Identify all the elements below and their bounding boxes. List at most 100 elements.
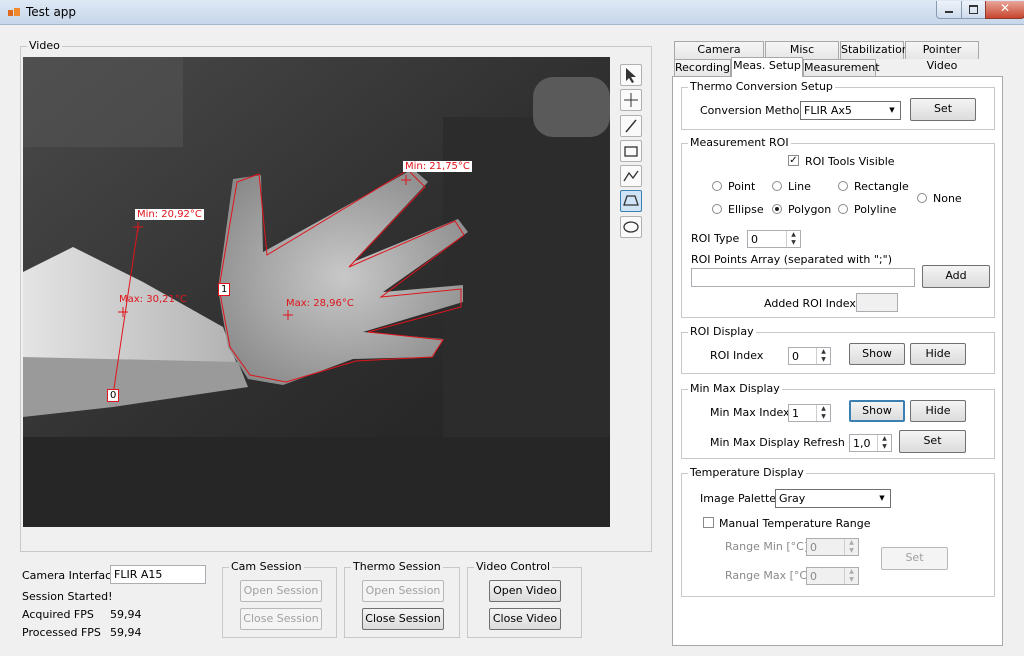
spin-up-icon[interactable]: ▲ [816, 348, 830, 356]
tab-pointer-video[interactable]: Pointer Video [905, 41, 979, 72]
cam-session-label: Cam Session [229, 560, 304, 573]
radio-point[interactable] [712, 181, 722, 191]
spin-down-icon[interactable]: ▼ [816, 356, 830, 364]
max-label-left: Max: 30,21°C [119, 294, 187, 305]
crosshair-tool-button[interactable] [620, 89, 642, 111]
conversion-method-value: FLIR Ax5 [804, 104, 852, 117]
radio-none[interactable] [917, 193, 927, 203]
radio-polyline[interactable] [838, 204, 848, 214]
conversion-method-select[interactable]: FLIR Ax5 ▼ [800, 101, 901, 120]
roi-tools-visible-label: ROI Tools Visible [805, 155, 895, 168]
line-tool-button[interactable] [620, 115, 642, 137]
camera-interface-label: Camera Interface: [22, 569, 122, 582]
conversion-set-button[interactable]: Set [910, 98, 976, 121]
roi-display-label: ROI Display [688, 325, 756, 338]
temperature-display-label: Temperature Display [688, 466, 806, 479]
min-max-refresh-value: 1,0 [853, 437, 871, 450]
thermo-session-label: Thermo Session [351, 560, 443, 573]
roi-index-stepper[interactable]: 0 ▲ ▼ [788, 347, 831, 365]
roi-points-input[interactable] [691, 268, 915, 287]
maximize-button[interactable] [961, 1, 986, 19]
min-max-index-label: Min Max Index [710, 406, 790, 419]
radio-rectangle-label: Rectangle [854, 180, 909, 193]
thermo-close-session-button[interactable]: Close Session [362, 608, 444, 630]
roi-index-value: 0 [792, 350, 799, 363]
background-object-top [533, 77, 610, 137]
tab-stabilization[interactable]: Stabilization [840, 41, 909, 59]
spin-up-icon[interactable]: ▲ [786, 231, 800, 239]
min-max-refresh-stepper[interactable]: 1,0 ▲ ▼ [849, 434, 892, 452]
radio-rectangle[interactable] [838, 181, 848, 191]
roi-tools-visible-checkbox[interactable]: ✓ [788, 155, 799, 166]
roi-show-button[interactable]: Show [849, 343, 905, 365]
pointer-tool-button[interactable] [620, 64, 642, 86]
cam-close-session-button[interactable]: Close Session [240, 608, 322, 630]
cam-open-session-button[interactable]: Open Session [240, 580, 322, 602]
min-max-hide-button[interactable]: Hide [910, 400, 966, 422]
min-max-index-stepper[interactable]: 1 ▲ ▼ [788, 404, 831, 422]
rectangle-tool-button[interactable] [620, 140, 642, 162]
min-max-set-button[interactable]: Set [899, 430, 966, 453]
open-video-button[interactable]: Open Video [489, 580, 561, 602]
minimize-button[interactable] [936, 1, 962, 19]
roi-index-label-1: 1 [218, 283, 231, 296]
temperature-set-button[interactable]: Set [881, 547, 948, 570]
rectangle-icon [624, 146, 638, 157]
video-frame[interactable] [23, 57, 610, 527]
radio-ellipse-label: Ellipse [728, 203, 764, 216]
close-icon: ✕ [1000, 1, 1011, 15]
window-title: Test app [26, 5, 77, 19]
spin-up-icon[interactable]: ▲ [877, 435, 891, 443]
spin-down-icon[interactable]: ▼ [844, 547, 858, 555]
manual-range-checkbox[interactable] [703, 517, 714, 528]
radio-ellipse[interactable] [712, 204, 722, 214]
min-label-top: Min: 21,75°C [403, 161, 472, 172]
crosshair-icon [624, 93, 638, 107]
acquired-fps-label: Acquired FPS [22, 608, 94, 621]
ellipse-tool-button[interactable] [620, 216, 642, 238]
title-bar[interactable] [0, 0, 1024, 25]
spin-up-icon[interactable]: ▲ [844, 568, 858, 576]
min-label-left: Min: 20,92°C [135, 209, 204, 220]
spin-down-icon[interactable]: ▼ [786, 239, 800, 247]
processed-fps-label: Processed FPS [22, 626, 101, 639]
spin-down-icon[interactable]: ▼ [877, 443, 891, 451]
radio-none-label: None [933, 192, 962, 205]
polygon-tool-button[interactable] [620, 190, 642, 212]
app-icon [8, 8, 20, 16]
spin-down-icon[interactable]: ▼ [816, 413, 830, 421]
range-min-stepper[interactable]: 0 ▲ ▼ [806, 538, 859, 556]
camera-interface-field[interactable]: FLIR A15 [110, 565, 206, 584]
video-control-label: Video Control [474, 560, 553, 573]
polyline-tool-button[interactable] [620, 165, 642, 187]
polyline-icon [623, 170, 639, 182]
thermo-open-session-button[interactable]: Open Session [362, 580, 444, 602]
spin-up-icon[interactable]: ▲ [816, 405, 830, 413]
spin-down-icon[interactable]: ▼ [844, 576, 858, 584]
range-max-stepper[interactable]: 0 ▲ ▼ [806, 567, 859, 585]
roi-add-button[interactable]: Add [922, 265, 990, 288]
image-palette-select[interactable]: Gray ▼ [775, 489, 891, 508]
thermo-conversion-label: Thermo Conversion Setup [688, 80, 835, 93]
minimize-icon [945, 11, 953, 13]
image-palette-value: Gray [779, 492, 806, 505]
min-max-show-button[interactable]: Show [849, 400, 905, 422]
max-label-mid: Max: 28,96°C [286, 298, 354, 309]
tab-recording[interactable]: Recording [674, 59, 731, 77]
processed-fps-value: 59,94 [110, 626, 142, 639]
tab-measurement[interactable]: Measurement [803, 59, 880, 77]
range-min-value: 0 [810, 541, 817, 554]
radio-line[interactable] [772, 181, 782, 191]
tab-meas-setup[interactable]: Meas. Setup [731, 57, 803, 77]
session-status: Session Started! [22, 590, 113, 603]
spin-up-icon[interactable]: ▲ [844, 539, 858, 547]
radio-polygon-label: Polygon [788, 203, 832, 216]
roi-hide-button[interactable]: Hide [910, 343, 966, 365]
ellipse-icon [623, 221, 639, 233]
roi-type-stepper[interactable]: 0 ▲ ▼ [747, 230, 801, 248]
radio-polygon[interactable] [772, 204, 782, 214]
min-max-display-label: Min Max Display [688, 382, 782, 395]
close-button[interactable]: ✕ [985, 1, 1024, 19]
chevron-down-icon: ▼ [889, 106, 895, 114]
close-video-button[interactable]: Close Video [489, 608, 561, 630]
